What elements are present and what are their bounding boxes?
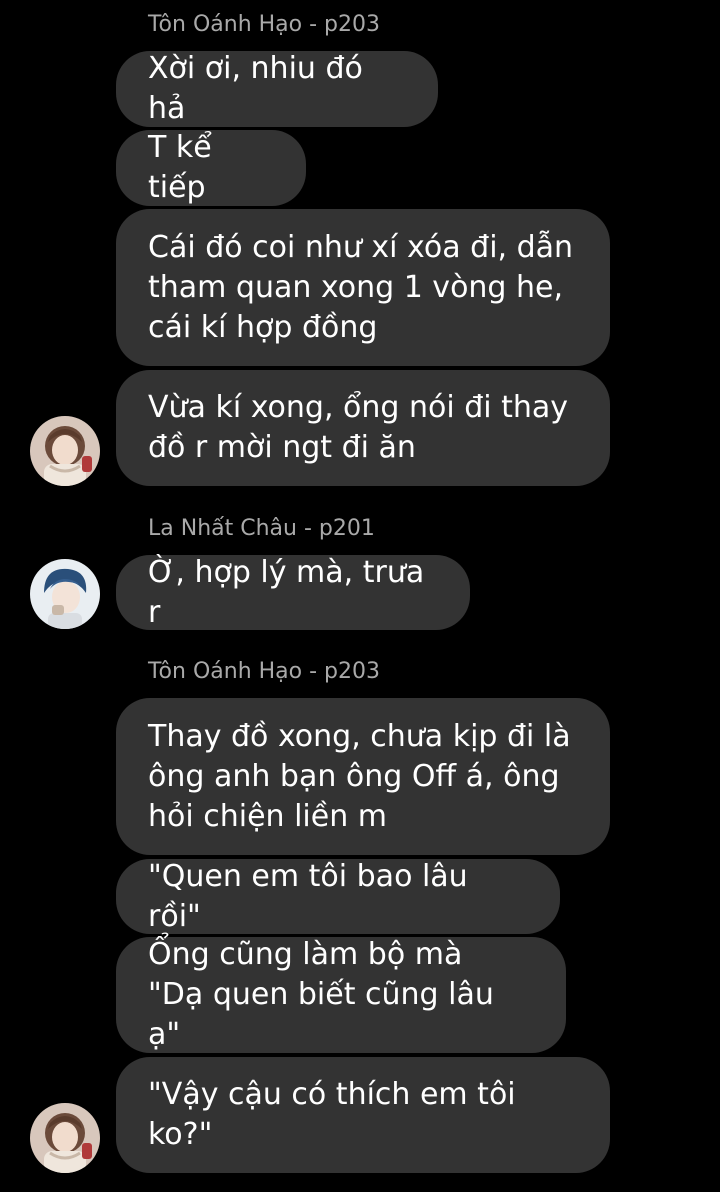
avatar-girl-scarf-icon <box>30 1103 100 1173</box>
message-bubble[interactable]: "Vậy cậu có thích em tôi ko?" <box>116 1057 610 1173</box>
message-bubble[interactable]: Ổng cũng làm bộ mà "Dạ quen biết cũng lâ… <box>116 937 566 1053</box>
message-text: "Vậy cậu có thích em tôi ko?" <box>148 1077 516 1152</box>
message-text: T kể tiếp <box>148 130 212 205</box>
avatar[interactable] <box>30 1103 100 1173</box>
message-bubble[interactable]: Thay đồ xong, chưa kịp đi là ông anh bạn… <box>116 698 610 855</box>
message-bubble[interactable]: Xời ơi, nhiu đó hả <box>116 51 438 127</box>
message-text: "Quen em tôi bao lâu rồi" <box>148 858 468 934</box>
message-text: Cái đó coi như xí xóa đi, dẫn tham quan … <box>148 229 574 345</box>
message-bubble[interactable]: Vừa kí xong, ổng nói đi thay đồ r mời ng… <box>116 370 610 486</box>
message-text: Vừa kí xong, ổng nói đi thay đồ r mời ng… <box>148 390 569 465</box>
chat-thread: Tôn Oánh Hạo - p203 Xời ơi, nhiu đó hả T… <box>0 0 720 1192</box>
message-text: Ờ, hợp lý mà, trưa r <box>148 554 425 630</box>
sender-name: Tôn Oánh Hạo - p203 <box>148 12 380 37</box>
message-bubble[interactable]: T kể tiếp <box>116 130 306 206</box>
message-text: Xời ơi, nhiu đó hả <box>148 51 363 126</box>
message-bubble[interactable]: "Quen em tôi bao lâu rồi" <box>116 859 560 934</box>
message-bubble[interactable]: Ờ, hợp lý mà, trưa r <box>116 555 470 630</box>
sender-name: La Nhất Châu - p201 <box>148 516 375 541</box>
sender-name: Tôn Oánh Hạo - p203 <box>148 659 380 684</box>
avatar[interactable] <box>30 416 100 486</box>
message-text: Ổng cũng làm bộ mà "Dạ quen biết cũng lâ… <box>148 937 494 1052</box>
message-text: Thay đồ xong, chưa kịp đi là ông anh bạn… <box>148 718 571 834</box>
message-bubble[interactable]: Cái đó coi như xí xóa đi, dẫn tham quan … <box>116 209 610 366</box>
avatar-girl-scarf-icon <box>30 416 100 486</box>
avatar[interactable] <box>30 559 100 629</box>
avatar-boy-blue-hair-icon <box>30 559 100 629</box>
